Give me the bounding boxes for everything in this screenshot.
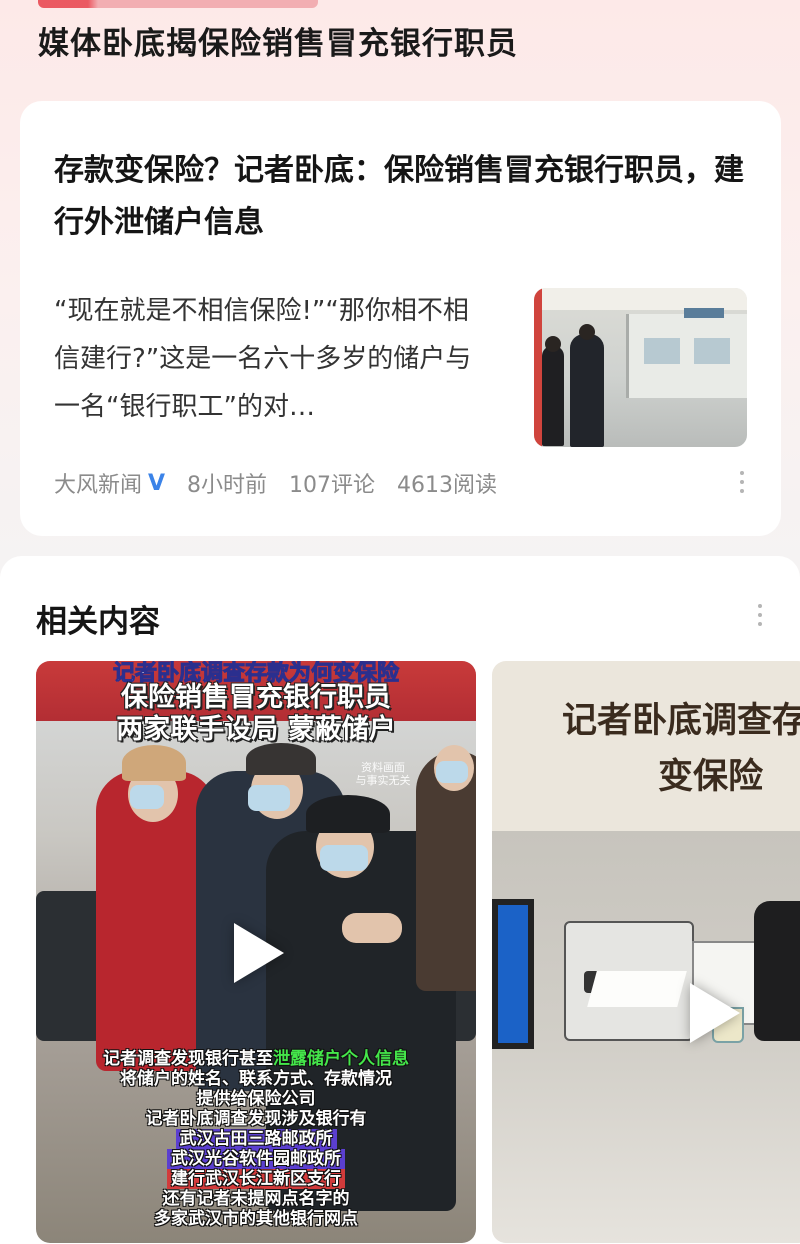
related-section: 相关内容 记者卧底调查存款为何变保险 保险销售冒充银行职员 两家联手设局 蒙蔽储… (0, 556, 800, 1244)
source-name[interactable]: 大风新闻 (54, 467, 142, 499)
video1-disclaimer: 资料画面 与事实无关 (355, 761, 411, 787)
article-summary[interactable]: “现在就是不相信保险!”“那你相不相信建行?”这是一名六十多岁的储户与一名“银行… (54, 287, 494, 437)
article-headline[interactable]: 存款变保险？记者卧底：保险销售冒充银行职员，建行外泄储户信息 (54, 145, 754, 249)
play-icon[interactable] (690, 983, 740, 1043)
related-title: 相关内容 (36, 604, 160, 640)
video2-title: 记者卧底调查存 变保险 (562, 701, 800, 797)
hot-topic-title[interactable]: 媒体卧底揭保险销售冒充银行职员 (38, 22, 778, 66)
related-video-2[interactable]: 记者卧底调查存 变保险 (492, 661, 800, 1243)
play-icon[interactable] (234, 923, 284, 983)
verified-icon: V (148, 470, 166, 496)
article-thumbnail[interactable] (534, 288, 747, 447)
related-more-icon[interactable] (756, 604, 764, 626)
video2-scene (492, 831, 800, 1243)
news-card[interactable]: 存款变保险？记者卧底：保险销售冒充银行职员，建行外泄储户信息 “现在就是不相信保… (20, 101, 781, 536)
read-count: 4613阅读 (397, 473, 498, 498)
top-cut-banner (0, 0, 800, 14)
video1-subtitles: 记者调查发现银行甚至泄露储户个人信息 将储户的姓名、联系方式、存款情况 提供给保… (103, 1049, 409, 1229)
more-options-icon[interactable] (738, 471, 746, 493)
comment-count[interactable]: 107评论 (289, 467, 375, 499)
related-video-1[interactable]: 记者卧底调查存款为何变保险 保险销售冒充银行职员 两家联手设局 蒙蔽储户 资料画… (36, 661, 476, 1243)
video1-caption-line2: 两家联手设局 蒙蔽储户 (116, 714, 396, 745)
publish-time: 8小时前 (187, 473, 268, 498)
article-meta: 大风新闻 V 8小时前 107评论 4613阅读 (54, 466, 497, 500)
